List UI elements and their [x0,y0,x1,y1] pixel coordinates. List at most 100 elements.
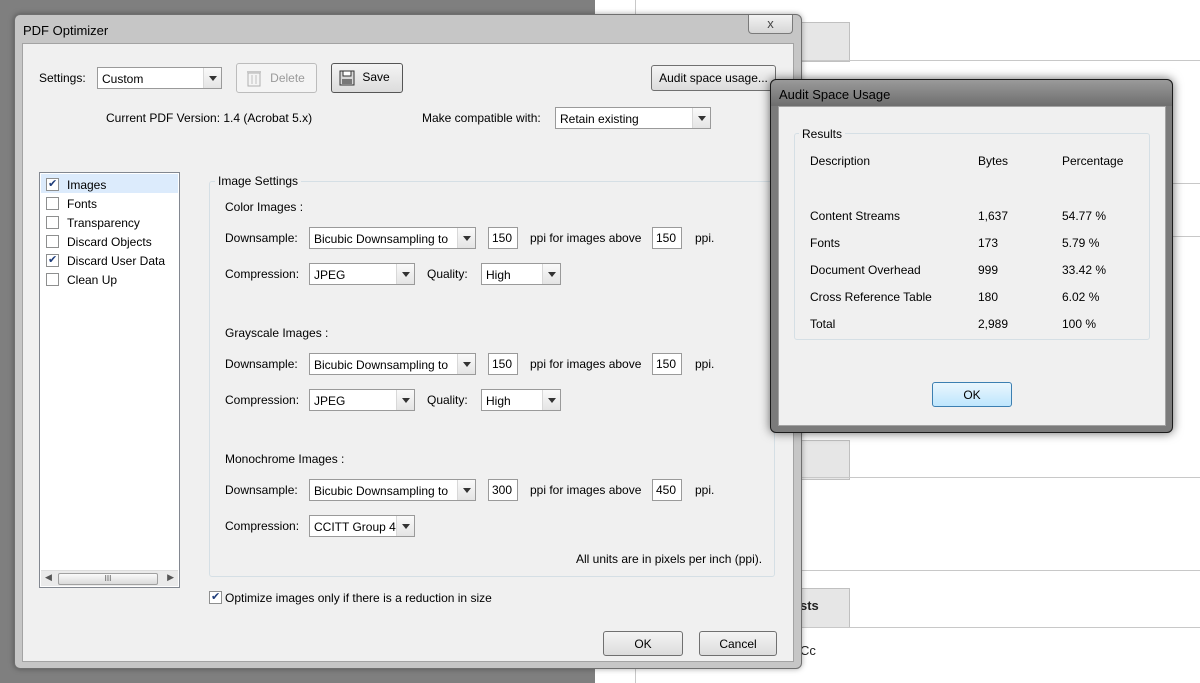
dialog-body: Settings: Custom Delete Save Audit space… [22,43,794,662]
mono-ppi-input[interactable]: 300 [488,479,518,501]
chevron-down-icon [457,354,475,374]
row-bytes: 2,989 [978,317,1009,331]
mono-compression-dropdown[interactable]: CCITT Group 4 [309,515,415,537]
units-note: All units are in pixels per inch (ppi). [576,552,763,566]
panel-checkbox-fonts[interactable] [46,197,59,210]
settings-label: Settings: [39,71,86,85]
panel-checkbox-discard-user-data[interactable] [46,253,59,267]
color-above-value: 150 [656,231,677,245]
pdf-version-text: Current PDF Version: 1.4 (Acrobat 5.x) [106,111,313,125]
audit-ok-label: OK [963,388,981,402]
mono-above-value: 450 [656,483,677,497]
delete-label: Delete [270,71,305,85]
grayscale-quality-dropdown[interactable]: High [481,389,561,411]
results-title: Results [799,127,846,141]
column-header-percentage: Percentage [1062,154,1124,168]
color-above-input[interactable]: 150 [652,227,682,249]
color-downsample-value: Bicubic Downsampling to [314,232,449,246]
chevron-down-icon [396,264,414,284]
floppy-disk-icon [339,70,355,86]
row-description: Fonts [810,236,841,250]
row-bytes: 1,637 [978,209,1009,223]
window-title: PDF Optimizer [23,23,109,38]
cancel-button[interactable]: Cancel [699,631,777,656]
pdf-optimizer-window: PDF Optimizer x Settings: Custom Delete [14,14,802,669]
panel-checkbox-transparency[interactable] [46,216,59,229]
grayscale-compression-dropdown[interactable]: JPEG [309,389,415,411]
row-description: Document Overhead [810,263,921,277]
ppi-unit-label: ppi. [695,357,715,371]
color-quality-value: High [486,268,511,282]
chevron-down-icon [457,480,475,500]
row-percentage: 5.79 % [1062,236,1100,250]
color-quality-dropdown[interactable]: High [481,263,561,285]
compat-label: Make compatible with: [422,111,541,125]
quality-label: Quality: [427,393,468,407]
title-bar[interactable]: PDF Optimizer x [15,15,801,43]
delete-button[interactable]: Delete [236,63,317,93]
row-description: Content Streams [810,209,901,223]
downsample-label: Downsample: [225,357,298,371]
panel-checkbox-clean-up[interactable] [46,273,59,286]
audit-ok-button[interactable]: OK [932,382,1012,407]
chevron-down-icon [542,264,560,284]
save-button[interactable]: Save [331,63,403,93]
panel-item-transparency[interactable]: Transparency [67,216,140,230]
panel-list[interactable]: Images Fonts Transparency Discard Object… [39,172,180,588]
scroll-thumb[interactable]: III [58,573,158,585]
grayscale-downsample-value: Bicubic Downsampling to [314,358,449,372]
mono-above-input[interactable]: 450 [652,479,682,501]
row-bytes: 173 [978,236,999,250]
window-title: Audit Space Usage [779,87,891,102]
column-header-description: Description [810,154,871,168]
downsample-label: Downsample: [225,483,298,497]
scroll-left-icon[interactable]: ◀ [45,572,52,583]
panel-item-discard-user-data[interactable]: Discard User Data [67,254,165,268]
title-bar[interactable]: Audit Space Usage [771,80,1172,106]
grayscale-compression-value: JPEG [314,394,346,408]
grayscale-downsample-dropdown[interactable]: Bicubic Downsampling to [309,353,476,375]
grayscale-images-title: Grayscale Images : [225,326,329,340]
color-ppi-value: 150 [492,231,513,245]
panel-item-clean-up[interactable]: Clean Up [67,273,117,287]
ppi-above-label: ppi for images above [530,357,642,371]
close-icon: x [767,16,774,31]
optimize-only-checkbox[interactable] [209,590,222,604]
panel-checkbox-images[interactable] [46,177,59,191]
horizontal-scrollbar[interactable]: ◀ III ▶ [41,570,178,586]
dialog-body: Results Description Bytes Percentage Con… [778,106,1166,426]
grayscale-ppi-input[interactable]: 150 [488,353,518,375]
panel-checkbox-discard-objects[interactable] [46,235,59,248]
color-compression-dropdown[interactable]: JPEG [309,263,415,285]
panel-item-fonts[interactable]: Fonts [67,197,97,211]
ok-button[interactable]: OK [603,631,683,656]
cancel-label: Cancel [719,637,757,651]
color-downsample-dropdown[interactable]: Bicubic Downsampling to [309,227,476,249]
doc-text-fragment: Cc [800,643,816,658]
close-button[interactable]: x [748,15,793,34]
compat-value: Retain existing [560,112,639,126]
doc-tab [795,22,850,62]
row-bytes: 180 [978,290,999,304]
chevron-down-icon [396,390,414,410]
selected-row-highlight [41,174,178,193]
scroll-right-icon[interactable]: ▶ [167,572,174,583]
optimize-only-label[interactable]: Optimize images only if there is a reduc… [225,591,492,605]
settings-dropdown[interactable]: Custom [97,67,222,89]
panel-item-images[interactable]: Images [67,178,106,192]
compat-dropdown[interactable]: Retain existing [555,107,711,129]
doc-text-fragment: sts [800,598,819,613]
grayscale-above-input[interactable]: 150 [652,353,682,375]
row-percentage: 6.02 % [1062,290,1100,304]
audit-space-usage-button[interactable]: Audit space usage... [651,65,776,91]
row-description: Total [810,317,836,331]
grayscale-quality-value: High [486,394,511,408]
color-images-title: Color Images : [225,200,304,214]
mono-downsample-dropdown[interactable]: Bicubic Downsampling to [309,479,476,501]
chevron-down-icon [396,516,414,536]
color-ppi-input[interactable]: 150 [488,227,518,249]
panel-item-discard-objects[interactable]: Discard Objects [67,235,152,249]
compression-label: Compression: [225,393,300,407]
mono-ppi-value: 300 [492,483,513,497]
compression-label: Compression: [225,519,300,533]
